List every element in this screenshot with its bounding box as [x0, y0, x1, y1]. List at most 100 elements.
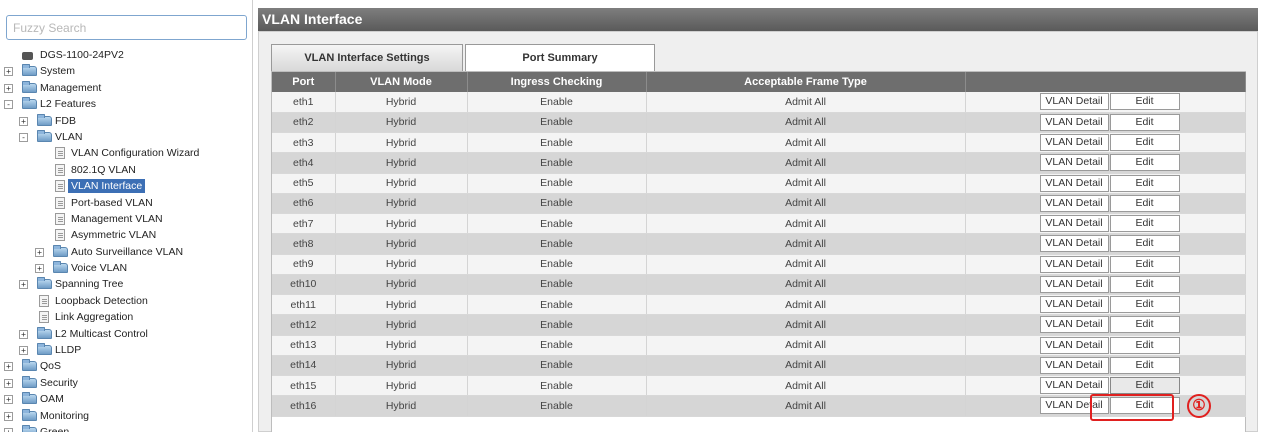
collapse-icon[interactable]: - — [4, 100, 13, 110]
cell-vlan-mode: Hybrid — [335, 254, 468, 275]
tree-node[interactable]: VLAN Interface — [0, 178, 252, 194]
edit-button[interactable]: Edit — [1109, 154, 1180, 172]
expand-icon[interactable]: + — [4, 427, 13, 432]
tree-node[interactable]: + System — [0, 63, 252, 79]
cell-port: eth3 — [272, 132, 336, 154]
expand-icon[interactable]: + — [19, 346, 28, 356]
tree-node[interactable]: Asymmetric VLAN — [0, 227, 252, 243]
tree-node[interactable]: Management VLAN — [0, 211, 252, 227]
cell-actions: VLAN Detail Edit — [965, 254, 1246, 275]
content-panel: VLAN Interface Settings Port Summary Por… — [258, 31, 1258, 432]
vlan-detail-button[interactable]: VLAN Detail — [1039, 134, 1109, 152]
vlan-detail-button[interactable]: VLAN Detail — [1039, 235, 1109, 253]
cell-vlan-mode: Hybrid — [335, 193, 468, 215]
cell-acceptable-frame-type: Admit All — [646, 233, 966, 255]
table-row: eth11 Hybrid Enable Admit All VLAN Detail Edi… — [272, 294, 1246, 316]
tree-node[interactable]: + LLDP — [0, 342, 252, 358]
tree-node[interactable]: + Voice VLAN — [0, 260, 252, 276]
edit-button[interactable]: Edit — [1109, 235, 1180, 253]
tree-node[interactable]: + Management — [0, 80, 252, 96]
edit-button[interactable]: Edit — [1109, 255, 1180, 273]
tree-node[interactable]: - L2 Features — [0, 96, 252, 112]
tree-node[interactable]: + L2 Multicast Control — [0, 326, 252, 342]
expand-icon[interactable]: + — [4, 395, 13, 405]
edit-button[interactable]: Edit — [1109, 275, 1180, 293]
callout-step-number: ① — [1187, 394, 1211, 418]
cell-port: eth9 — [272, 254, 336, 275]
cell-acceptable-frame-type: Admit All — [646, 254, 966, 275]
callout-highlight-box — [1090, 394, 1174, 421]
vlan-detail-button[interactable]: VLAN Detail — [1039, 296, 1109, 314]
tree-node[interactable]: + Security — [0, 375, 252, 391]
vlan-detail-button[interactable]: VLAN Detail — [1039, 316, 1109, 334]
edit-button[interactable]: Edit — [1109, 377, 1180, 395]
vlan-detail-button[interactable]: VLAN Detail — [1039, 336, 1109, 354]
tree-node[interactable]: 802.1Q VLAN — [0, 162, 252, 178]
edit-button[interactable]: Edit — [1109, 215, 1180, 233]
cell-actions: VLAN Detail Edit — [965, 173, 1246, 194]
cell-actions: VLAN Detail Edit — [965, 335, 1246, 356]
vlan-detail-button[interactable]: VLAN Detail — [1039, 356, 1109, 374]
expand-icon[interactable]: + — [4, 67, 13, 77]
tree-node-label: Security — [40, 376, 78, 389]
tree-node[interactable]: + Auto Surveillance VLAN — [0, 244, 252, 260]
collapse-icon[interactable]: - — [19, 132, 28, 142]
cell-actions: VLAN Detail Edit — [965, 213, 1246, 235]
tree-node[interactable]: + Monitoring — [0, 408, 252, 424]
cell-vlan-mode: Hybrid — [335, 335, 468, 356]
device-icon — [22, 52, 33, 60]
vlan-detail-button[interactable]: VLAN Detail — [1039, 377, 1109, 395]
vlan-interface-table-container: Port VLAN Mode Ingress Checking Acceptab… — [271, 71, 1246, 432]
page-icon — [39, 294, 49, 307]
vlan-detail-button[interactable]: VLAN Detail — [1039, 215, 1109, 233]
vlan-detail-button[interactable]: VLAN Detail — [1039, 113, 1109, 131]
cell-acceptable-frame-type: Admit All — [646, 294, 966, 316]
tree-node[interactable]: + OAM — [0, 391, 252, 407]
vlan-detail-button[interactable]: VLAN Detail — [1039, 255, 1109, 273]
page-icon — [39, 311, 49, 324]
expand-icon[interactable]: + — [19, 280, 28, 290]
edit-button[interactable]: Edit — [1109, 93, 1180, 111]
expand-icon[interactable]: + — [19, 116, 28, 126]
tab-port-summary[interactable]: Port Summary — [465, 44, 655, 71]
vlan-detail-button[interactable]: VLAN Detail — [1039, 154, 1109, 172]
folder-icon — [37, 326, 52, 339]
edit-button[interactable]: Edit — [1109, 174, 1180, 192]
expand-icon[interactable]: + — [19, 329, 28, 339]
vlan-detail-button[interactable]: VLAN Detail — [1039, 194, 1109, 212]
expand-icon[interactable]: + — [4, 83, 13, 93]
vlan-detail-button[interactable]: VLAN Detail — [1039, 93, 1109, 111]
tree-node[interactable]: + QoS — [0, 358, 252, 374]
tree-node-label: Management VLAN — [71, 212, 163, 225]
expand-icon[interactable]: + — [35, 247, 44, 257]
expand-icon[interactable]: + — [4, 378, 13, 388]
tree-node-label: Green — [40, 425, 70, 432]
tree-node[interactable]: - VLAN — [0, 129, 252, 145]
tree-node[interactable]: Port-based VLAN — [0, 195, 252, 211]
tree-node[interactable]: VLAN Configuration Wizard — [0, 145, 252, 161]
edit-button[interactable]: Edit — [1109, 336, 1180, 354]
edit-button[interactable]: Edit — [1109, 356, 1180, 374]
tree-node[interactable]: DGS-1100-24PV2 — [0, 47, 252, 63]
fuzzy-search-input[interactable] — [6, 15, 247, 40]
tree-node[interactable]: + Green — [0, 424, 252, 432]
table-row: eth1 Hybrid Enable Admit All VLAN Detail Edit — [272, 92, 1246, 113]
edit-button[interactable]: Edit — [1109, 296, 1180, 314]
expand-icon[interactable]: + — [4, 411, 13, 421]
edit-button[interactable]: Edit — [1109, 316, 1180, 334]
tree-node[interactable]: + Spanning Tree — [0, 276, 252, 292]
expand-icon[interactable]: + — [4, 362, 13, 372]
navigation-tree: DGS-1100-24PV2 + System + Management - L2 Feat… — [0, 47, 252, 432]
edit-button[interactable]: Edit — [1109, 134, 1180, 152]
vlan-detail-button[interactable]: VLAN Detail — [1039, 275, 1109, 293]
edit-button[interactable]: Edit — [1109, 194, 1180, 212]
tree-node[interactable]: Link Aggregation — [0, 309, 252, 325]
cell-vlan-mode: Hybrid — [335, 395, 468, 417]
folder-icon — [22, 408, 37, 421]
edit-button[interactable]: Edit — [1109, 113, 1180, 131]
expand-icon[interactable]: + — [35, 264, 44, 274]
vlan-detail-button[interactable]: VLAN Detail — [1039, 174, 1109, 192]
tree-node[interactable]: + FDB — [0, 113, 252, 129]
tree-node[interactable]: Loopback Detection — [0, 293, 252, 309]
tab-vlan-interface-settings[interactable]: VLAN Interface Settings — [271, 44, 463, 71]
